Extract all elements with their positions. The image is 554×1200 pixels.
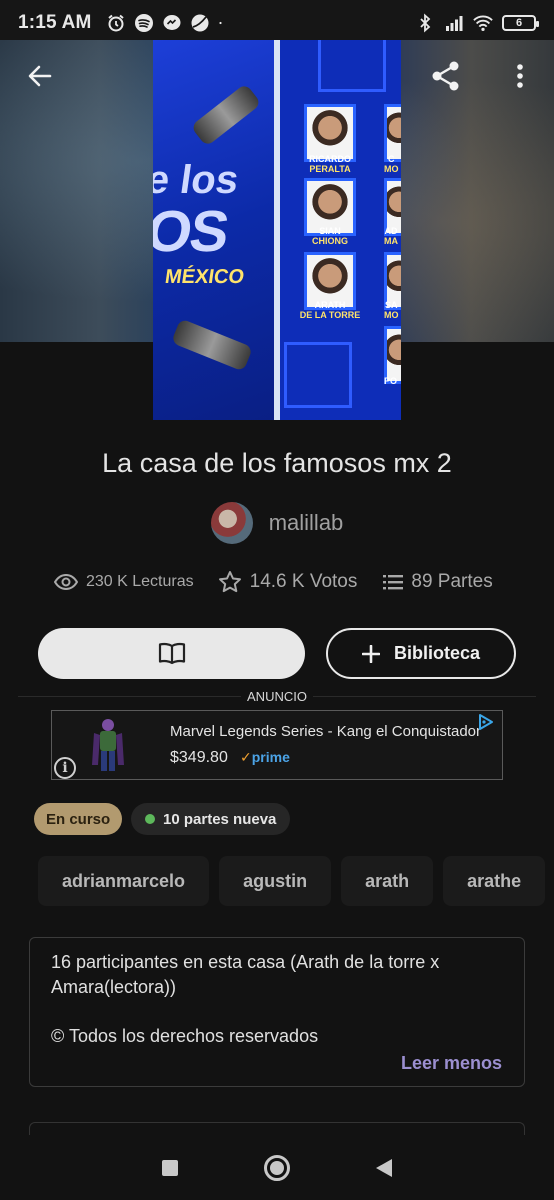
plus-icon bbox=[361, 644, 380, 663]
new-parts-badge: 10 partes nueva bbox=[131, 803, 291, 835]
status-icons-left bbox=[106, 13, 228, 33]
ad-product-image bbox=[92, 719, 124, 771]
ad-price: $349.80 bbox=[170, 749, 228, 766]
reads-count: 230 K Lecturas bbox=[86, 573, 194, 590]
status-badge: En curso bbox=[34, 803, 123, 835]
cover-frame-bottom bbox=[284, 342, 352, 408]
parts-count: 89 Partes bbox=[411, 571, 493, 592]
cover-tube-top bbox=[190, 83, 262, 147]
signal-icon bbox=[446, 16, 463, 31]
ad-title[interactable]: Marvel Legends Series - Kang el Conquist… bbox=[170, 723, 481, 740]
messenger-icon bbox=[163, 15, 181, 30]
recents-icon[interactable] bbox=[162, 1159, 178, 1176]
add-to-library-button[interactable]: Biblioteca bbox=[326, 628, 516, 679]
tag-chip[interactable]: adrianmarcelo bbox=[38, 856, 210, 906]
ad-banner[interactable]: i Marvel Legends Series - Kang el Conqui… bbox=[51, 710, 503, 780]
eye-icon bbox=[54, 574, 78, 590]
cover-frame-top bbox=[318, 40, 386, 92]
tags-row[interactable]: adrianmarcelo agustin arath arathe bbox=[38, 856, 554, 906]
new-dot-icon bbox=[145, 814, 155, 824]
votes-count: 14.6 K Votos bbox=[249, 571, 358, 592]
back-triangle-icon[interactable] bbox=[376, 1158, 392, 1177]
author-name[interactable]: malillab bbox=[269, 510, 344, 536]
list-icon bbox=[383, 575, 404, 590]
ad-choices-icon[interactable] bbox=[478, 713, 494, 731]
share-button[interactable] bbox=[428, 58, 464, 94]
description-box: 16 participantes en esta casa (Arath de … bbox=[29, 937, 525, 1087]
new-parts-label: 10 partes nueva bbox=[163, 810, 277, 828]
cover-title-line-3: MÉXICO bbox=[163, 266, 246, 288]
author-row[interactable]: malillab bbox=[0, 502, 554, 544]
cover-title-line-1: e los bbox=[153, 158, 242, 202]
status-icons-right: 6 bbox=[415, 13, 539, 33]
stats-row: 230 K Lecturas 14.6 K Votos 89 Partes bbox=[54, 570, 493, 594]
partial-label: PO bbox=[384, 376, 398, 386]
partial-label: SA MO bbox=[384, 300, 399, 320]
system-nav-bar bbox=[0, 1135, 554, 1200]
story-title: La casa de los famosos mx 2 bbox=[102, 448, 452, 478]
more-vertical-icon bbox=[517, 64, 523, 88]
tag-chip[interactable]: arath bbox=[341, 856, 434, 906]
partial-label: AD MA bbox=[384, 226, 398, 246]
status-time: 1:15 AM bbox=[18, 12, 92, 33]
book-open-icon bbox=[158, 642, 185, 664]
back-button[interactable] bbox=[22, 58, 58, 94]
more-options-button[interactable] bbox=[502, 58, 538, 94]
bluetooth-icon bbox=[420, 13, 431, 33]
spotify-icon bbox=[134, 14, 153, 32]
read-button[interactable] bbox=[38, 628, 305, 679]
cover-tube-bottom bbox=[170, 318, 254, 372]
description-line: 16 participantes en esta casa (Arath de … bbox=[51, 952, 440, 972]
description-line: Amara(lectora)) bbox=[51, 977, 177, 997]
copyright-line: © Todos los derechos reservados bbox=[51, 1026, 319, 1046]
star-icon bbox=[218, 571, 241, 593]
cover-right-panel: RICARDO PERALTA SIAN CHIONG ARATH DE LA TOR… bbox=[280, 40, 401, 420]
arrow-left-icon bbox=[28, 65, 52, 87]
checkmark-icon: ✓ bbox=[240, 749, 252, 765]
author-avatar[interactable] bbox=[210, 502, 253, 544]
ad-label: ANUNCIO bbox=[0, 689, 554, 704]
partial-label: C MO bbox=[384, 154, 399, 174]
reads-stat: 230 K Lecturas bbox=[54, 573, 194, 591]
cover-title-line-2: OS bbox=[153, 199, 232, 264]
wifi-icon bbox=[473, 15, 493, 31]
library-label: Biblioteca bbox=[393, 643, 481, 663]
cover-left-panel: e los OS MÉXICO bbox=[153, 40, 274, 420]
votes-stat: 14.6 K Votos bbox=[218, 570, 358, 594]
ad-info-button[interactable]: i bbox=[54, 757, 76, 779]
planet-icon bbox=[191, 14, 209, 32]
read-less-button[interactable]: Leer menos bbox=[401, 1053, 502, 1074]
parts-stat: 89 Partes bbox=[383, 571, 493, 593]
home-icon[interactable] bbox=[264, 1154, 290, 1181]
alarm-icon bbox=[107, 14, 124, 32]
dot-icon bbox=[218, 21, 222, 25]
tag-chip[interactable]: agustin bbox=[219, 856, 332, 906]
ad-prime-badge: ✓prime bbox=[240, 749, 290, 765]
participant-3-name: ARATH DE LA TORRE bbox=[299, 300, 361, 320]
battery-icon: 6 bbox=[502, 15, 539, 31]
share-icon bbox=[432, 61, 459, 91]
battery-level: 6 bbox=[515, 17, 523, 29]
participant-2-name: SIAN CHIONG bbox=[312, 226, 348, 246]
tag-chip[interactable]: arathe bbox=[443, 856, 546, 906]
story-cover[interactable]: e los OS MÉXICO RICARDO PERALTA SIAN CHION… bbox=[153, 40, 401, 420]
participant-1-name: RICARDO PERALTA bbox=[309, 154, 351, 174]
